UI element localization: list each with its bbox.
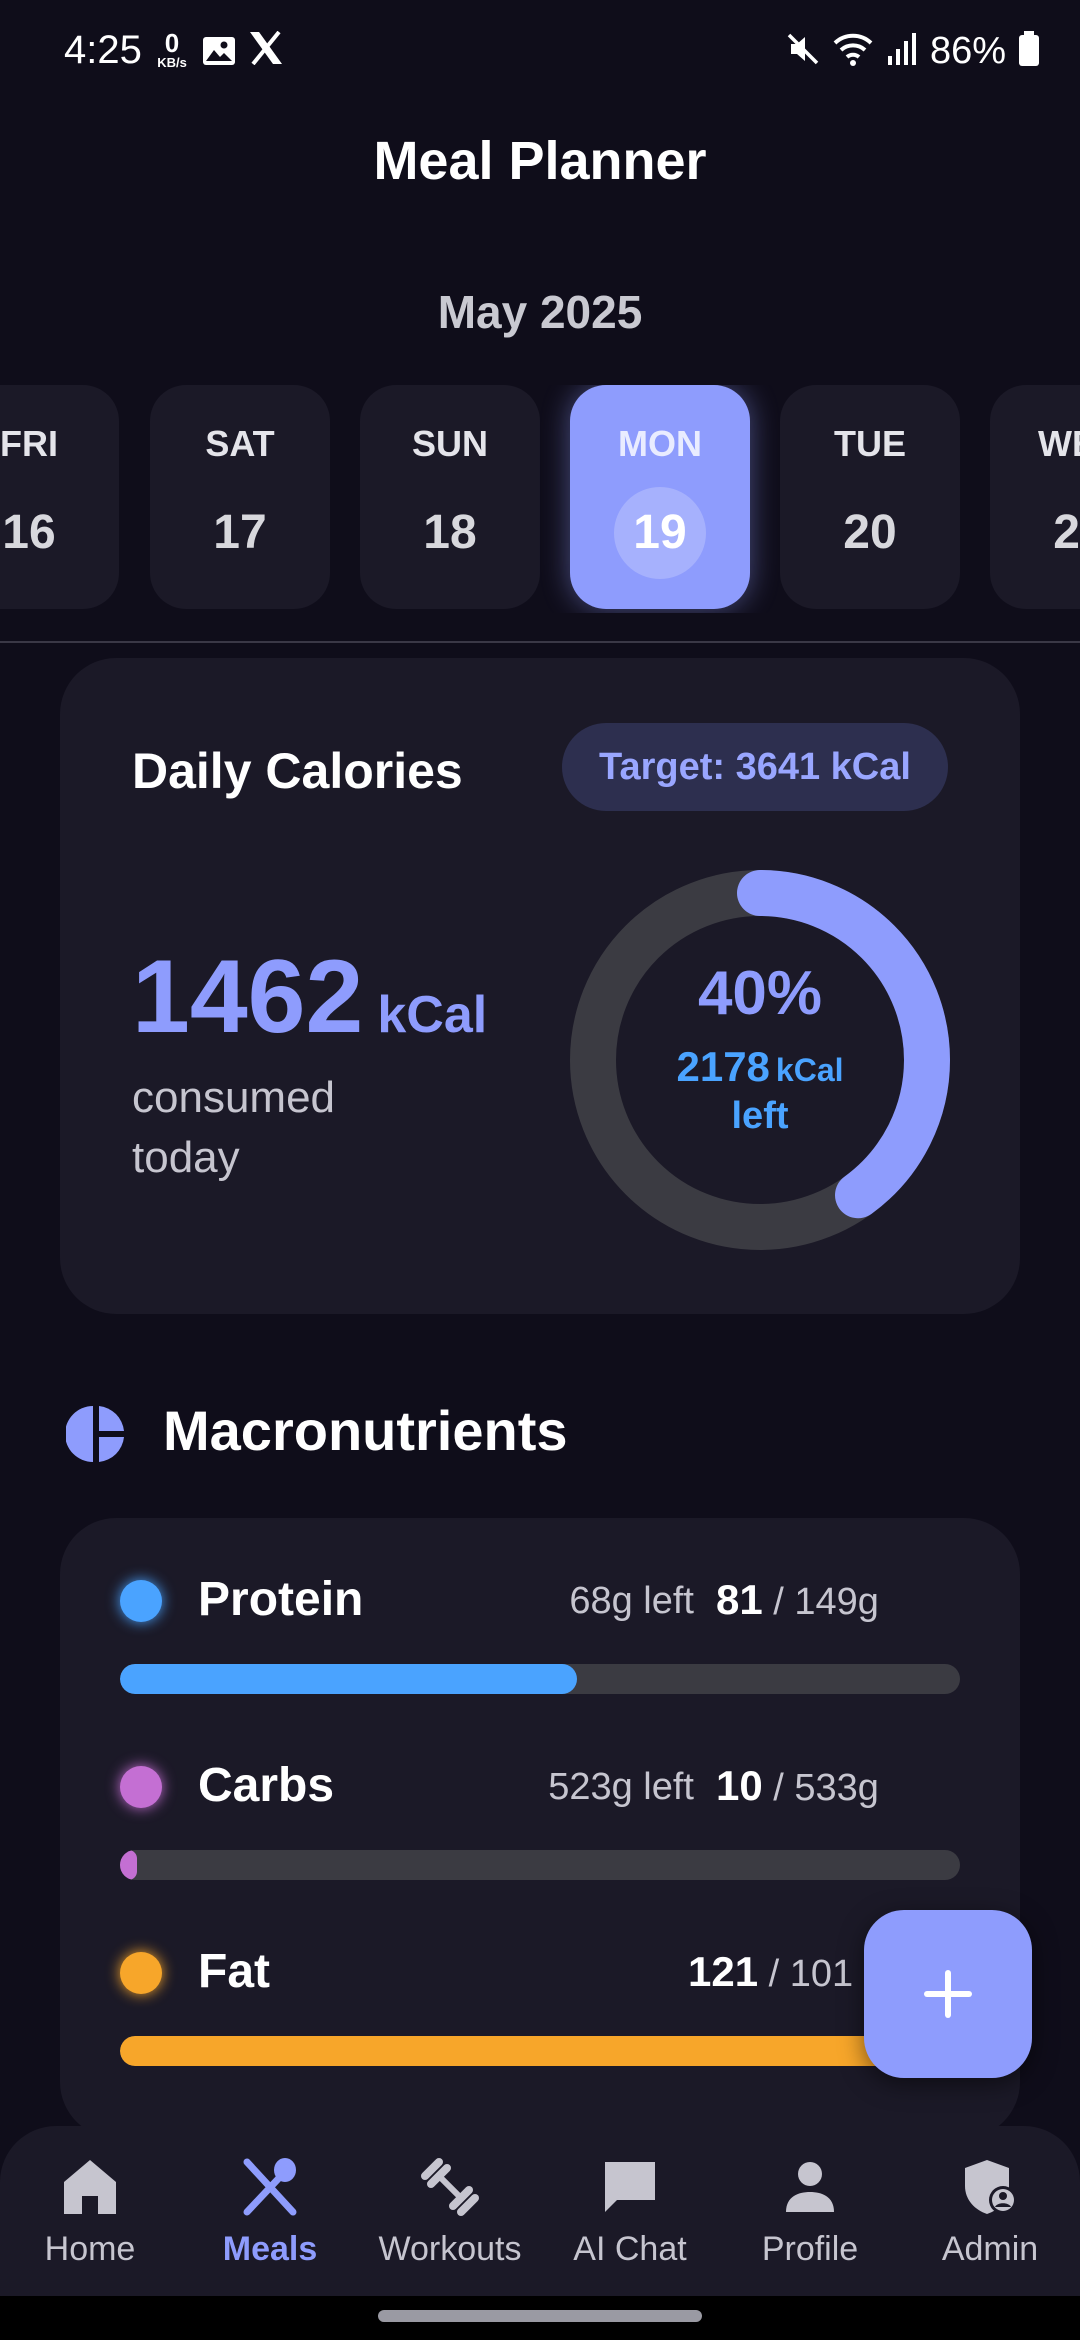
nav-ai-chat[interactable]: AI Chat bbox=[540, 2156, 720, 2269]
home-indicator[interactable] bbox=[378, 2310, 702, 2322]
nav-meals[interactable]: Meals bbox=[180, 2156, 360, 2269]
ring-left-line: 2178 kCal bbox=[570, 1043, 950, 1091]
macro-name: Carbs bbox=[198, 1759, 335, 1812]
gallery-notification-icon bbox=[202, 36, 236, 71]
battery-icon bbox=[1018, 31, 1040, 72]
status-time: 4:25 bbox=[64, 28, 142, 72]
macro-row-carbs: Carbs 523g left 10 / 533g bbox=[60, 1750, 1020, 1880]
macro-left: 68g left bbox=[569, 1580, 694, 1622]
day-number: 16 bbox=[2, 506, 56, 559]
day-number: 20 bbox=[843, 506, 897, 559]
dumbbell-icon bbox=[360, 2156, 540, 2226]
day-tue[interactable]: TUE 20 bbox=[780, 385, 960, 609]
day-name: SAT bbox=[205, 423, 275, 464]
macro-dot bbox=[120, 1580, 162, 1622]
network-speed-unit: KB/s bbox=[157, 55, 187, 70]
nav-label: Profile bbox=[761, 2230, 859, 2268]
day-name: MON bbox=[618, 423, 702, 464]
ring-left-value: 2178 bbox=[676, 1043, 770, 1090]
target-badge: Target: 3641 kCal bbox=[562, 723, 948, 811]
mute-icon bbox=[786, 32, 820, 71]
consumed-unit: kCal bbox=[377, 986, 488, 1044]
nav-admin[interactable]: Admin bbox=[900, 2156, 1080, 2269]
macro-dot bbox=[120, 1766, 162, 1808]
macro-progress-fill bbox=[120, 2036, 960, 2066]
person-icon bbox=[720, 2156, 900, 2226]
macro-value: 121 / 101 bbox=[688, 1948, 854, 1995]
day-selector: FRI 16 SAT 17 SUN 18 MON 19 TUE 20 WED 2… bbox=[0, 385, 1080, 613]
macro-current: 81 bbox=[716, 1576, 763, 1623]
x-app-notification-icon bbox=[248, 30, 284, 75]
nav-workouts[interactable]: Workouts bbox=[360, 2156, 540, 2269]
nav-label: Workouts bbox=[378, 2230, 522, 2268]
day-name: SUN bbox=[411, 423, 488, 464]
day-mon-selected[interactable]: MON 19 bbox=[570, 385, 750, 609]
day-sun[interactable]: SUN 18 bbox=[360, 385, 540, 609]
network-speed: 0 KB/s bbox=[152, 30, 192, 69]
plus-icon bbox=[924, 1970, 972, 2018]
signal-icon bbox=[886, 32, 918, 71]
macro-total: 149g bbox=[794, 1581, 879, 1623]
macro-current: 121 bbox=[688, 1948, 759, 1995]
battery-percent: 86% bbox=[929, 30, 1006, 72]
macro-dot bbox=[120, 1952, 162, 1994]
nav-profile[interactable]: Profile bbox=[720, 2156, 900, 2269]
nav-label: Home bbox=[44, 2230, 136, 2268]
macro-current: 10 bbox=[716, 1762, 763, 1809]
day-number: 17 bbox=[213, 506, 267, 559]
day-name: FRI bbox=[0, 423, 58, 464]
chat-icon bbox=[540, 2156, 720, 2226]
day-name: WED bbox=[1038, 423, 1080, 464]
nav-label: AI Chat bbox=[573, 2230, 687, 2268]
macro-value: 10 / 533g bbox=[716, 1762, 879, 1809]
macro-total: 533g bbox=[794, 1767, 879, 1809]
consumed-value: 1462 kCal bbox=[132, 938, 487, 1057]
network-speed-value: 0 bbox=[164, 28, 180, 58]
ring-left-word: left bbox=[731, 1095, 789, 1137]
pie-chart-icon bbox=[65, 1404, 126, 1469]
ring-percent: 40% bbox=[697, 959, 823, 1028]
macronutrients-heading: Macronutrients bbox=[163, 1399, 568, 1462]
status-right: 86% bbox=[786, 30, 1040, 73]
macro-left: 523g left bbox=[548, 1766, 694, 1808]
day-name: TUE bbox=[834, 423, 906, 464]
macro-total: 101 bbox=[789, 1953, 854, 1995]
consumed-label: consumed today bbox=[132, 1073, 336, 1182]
day-fri[interactable]: FRI 16 bbox=[0, 385, 119, 609]
macro-row-protein: Protein 68g left 81 / 149g bbox=[60, 1564, 1020, 1694]
day-number: 19 bbox=[614, 487, 706, 579]
macro-progress-fill bbox=[120, 1664, 577, 1694]
nav-home[interactable]: Home bbox=[0, 2156, 180, 2269]
consumed-number: 1462 bbox=[132, 939, 364, 1055]
macro-value: 81 / 149g bbox=[716, 1576, 879, 1623]
add-meal-button[interactable] bbox=[864, 1910, 1032, 2078]
macro-progress-track bbox=[120, 1850, 960, 1880]
wifi-icon bbox=[832, 32, 874, 71]
status-bar: 4:25 0 KB/s 86% bbox=[0, 0, 1080, 100]
daily-calories-card: Daily Calories Target: 3641 kCal 1462 kCa… bbox=[60, 658, 1020, 1314]
divider bbox=[0, 641, 1080, 643]
macro-progress-track bbox=[120, 2036, 960, 2066]
admin-shield-icon bbox=[900, 2156, 1080, 2226]
meals-icon bbox=[180, 2156, 360, 2226]
macro-progress-track bbox=[120, 1664, 960, 1694]
macro-name: Protein bbox=[198, 1573, 364, 1626]
ring-center: 40% 2178 kCal left bbox=[570, 958, 950, 1138]
nav-label: Admin bbox=[941, 2230, 1039, 2268]
day-number: 18 bbox=[423, 506, 477, 559]
macro-progress-fill bbox=[120, 1850, 137, 1880]
day-number: 21 bbox=[1053, 506, 1080, 559]
month-label: May 2025 bbox=[437, 286, 643, 338]
home-icon bbox=[0, 2156, 180, 2226]
daily-calories-title: Daily Calories bbox=[132, 743, 463, 799]
day-sat[interactable]: SAT 17 bbox=[150, 385, 330, 609]
macro-name: Fat bbox=[198, 1945, 270, 1998]
ring-left-unit: kCal bbox=[775, 1052, 844, 1088]
day-wed[interactable]: WED 21 bbox=[990, 385, 1080, 609]
bottom-navigation: Home Meals Workouts AI Chat Profile Admi… bbox=[0, 2126, 1080, 2296]
nav-label: Meals bbox=[222, 2230, 318, 2268]
page-title: Meal Planner bbox=[373, 131, 707, 191]
